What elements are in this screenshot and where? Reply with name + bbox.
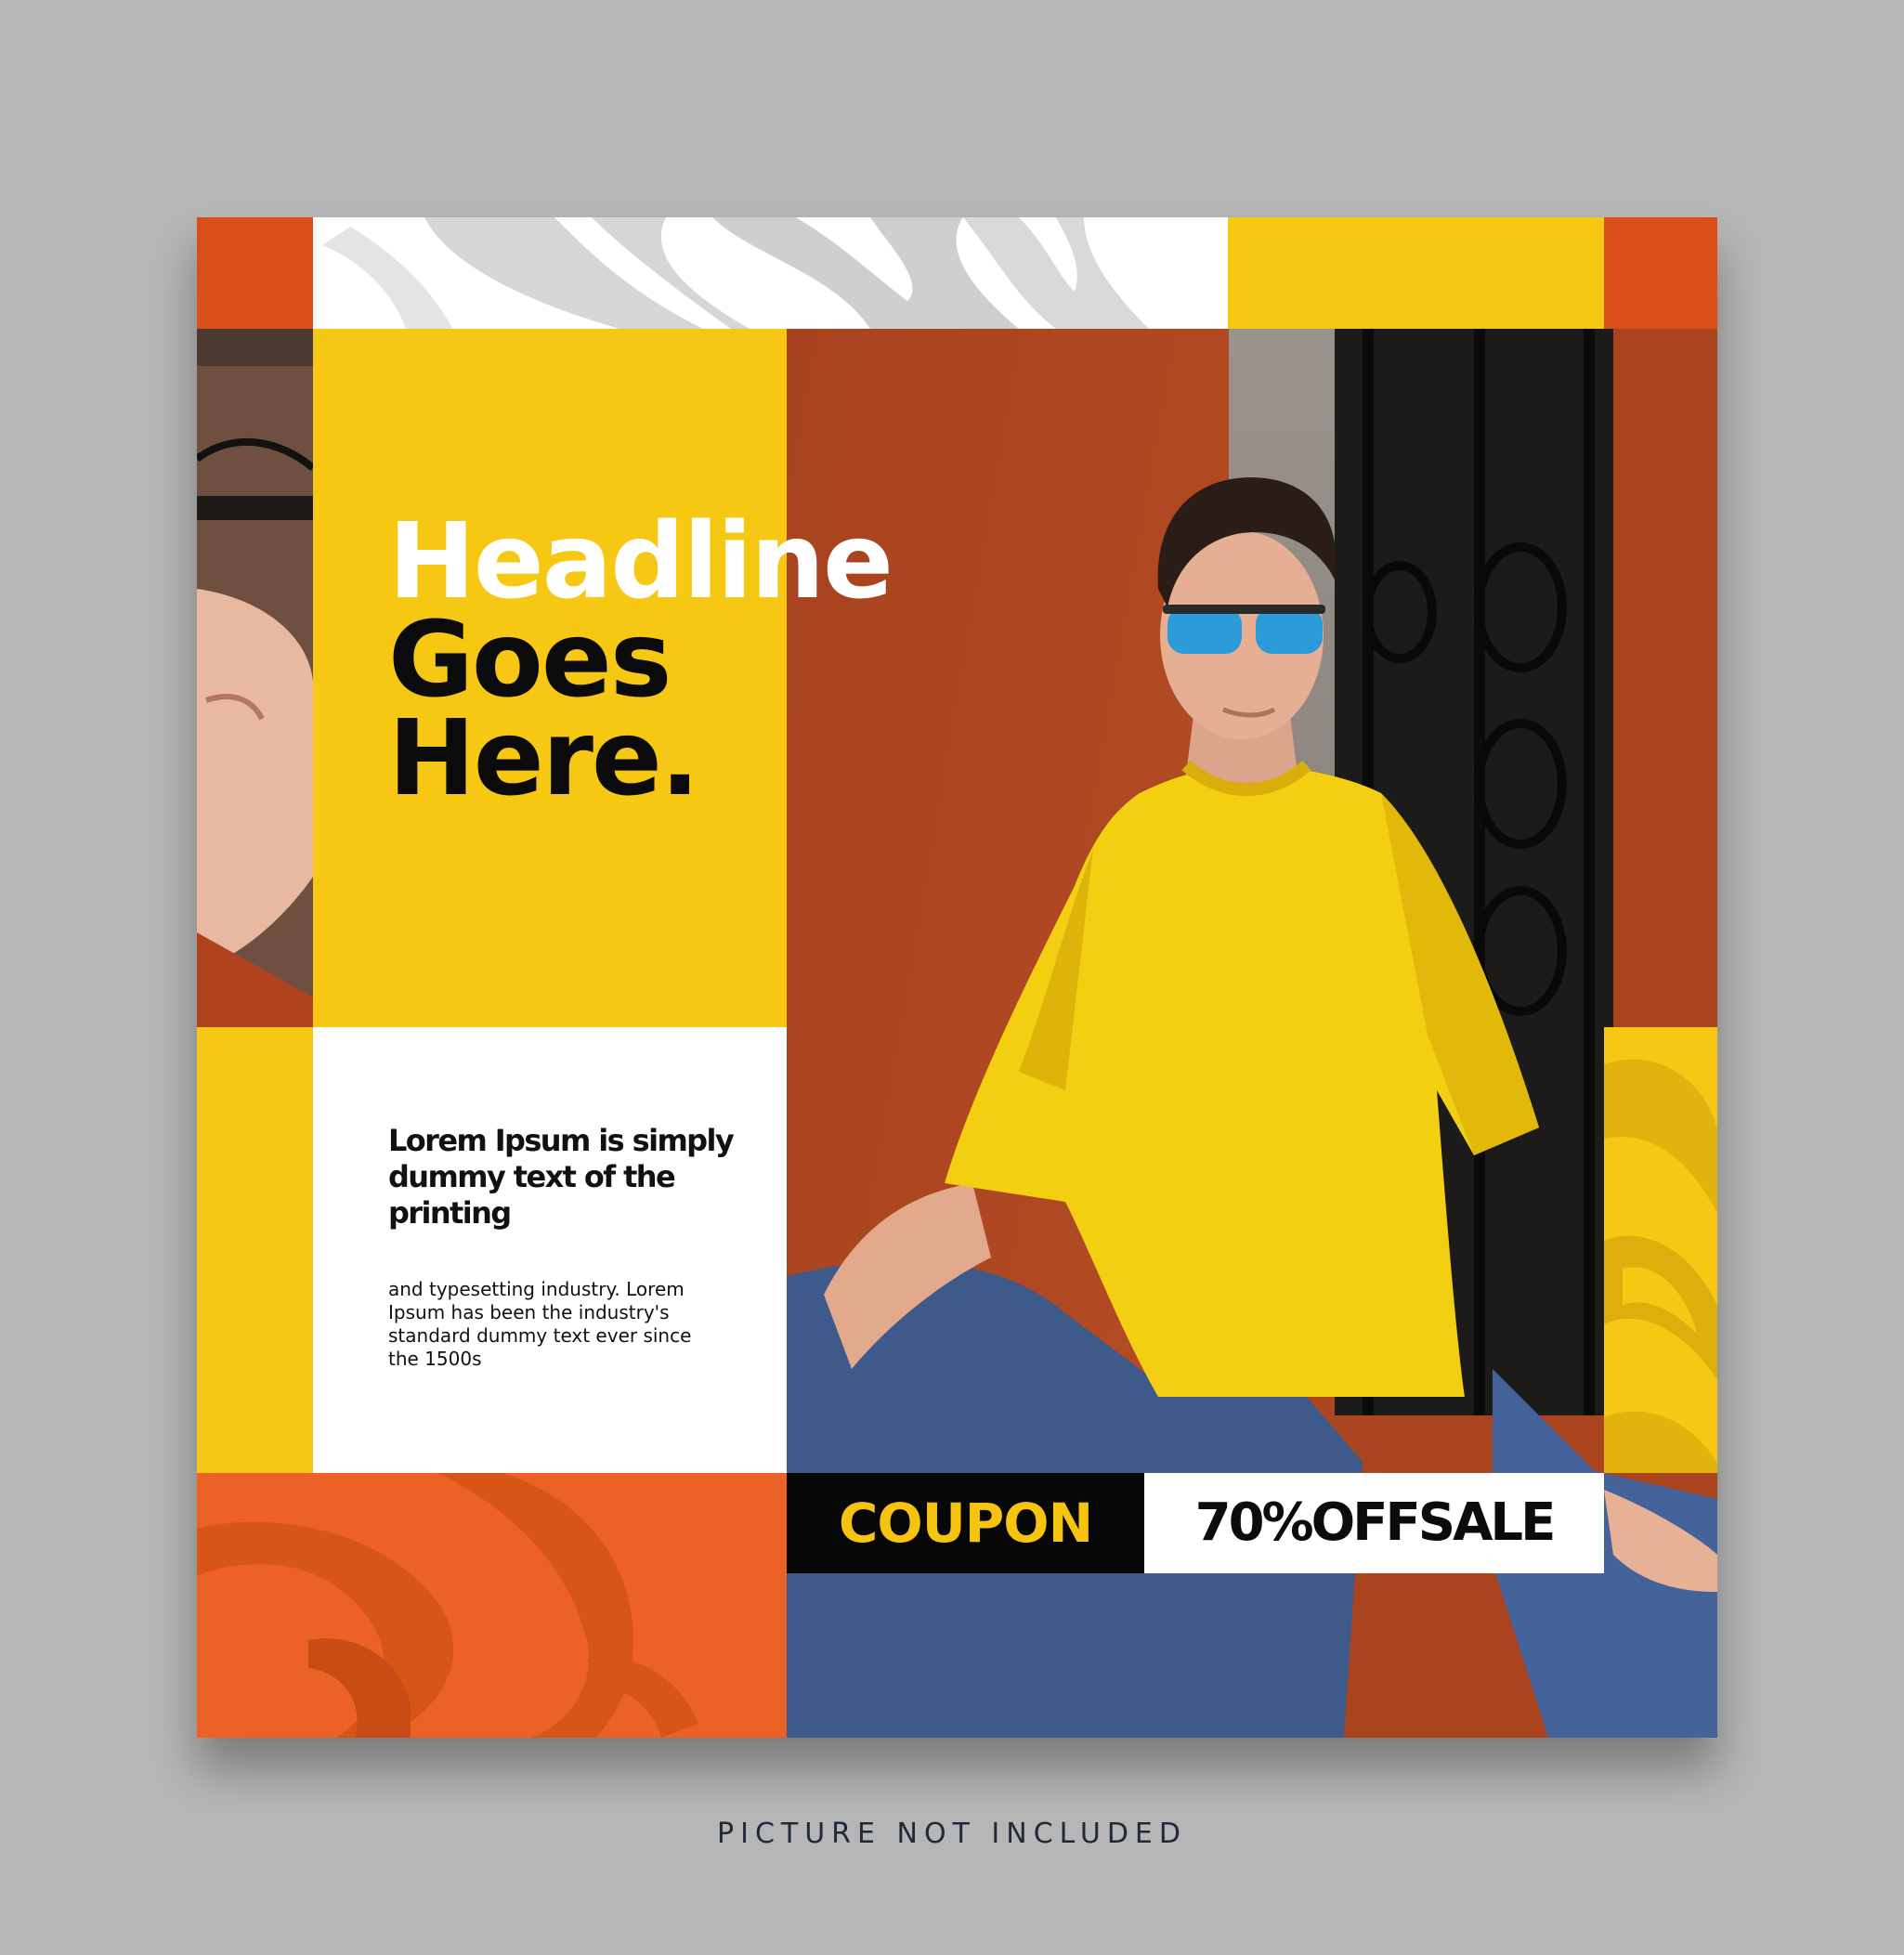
headline-line-3: Here. <box>388 698 699 819</box>
marble-strip-top <box>313 217 1228 329</box>
headline-line-2: Goes <box>388 600 672 721</box>
orange-block-top-left <box>197 217 313 329</box>
body-text: and typesetting industry. Lorem Ipsum ha… <box>388 1278 692 1370</box>
marble-pattern-orange <box>197 1473 698 1738</box>
white-text-block <box>313 1027 787 1473</box>
coupon-label: COUPON <box>787 1473 1144 1573</box>
yellow-block-left-lower <box>197 1027 313 1473</box>
caption-picture-not-included: PICTURE NOT INCLUDED <box>717 1818 1187 1850</box>
coupon-offer: 70%OFFSALE <box>1144 1473 1604 1573</box>
headline: Headline Goes Here. <box>388 502 893 819</box>
intro-text: Lorem Ipsum is simply dummy text of the … <box>388 1123 735 1231</box>
promo-post: Headline Goes Here. Lorem Ipsum is simpl… <box>197 217 1717 1738</box>
marble-pattern-yellow <box>1604 1059 1717 1473</box>
side-photo-strip <box>197 329 313 1027</box>
orange-marble-block-bottom <box>197 1473 787 1738</box>
yellow-marble-block-right <box>1604 1027 1717 1473</box>
side-photo-face <box>197 329 313 1027</box>
headline-line-1: Headline <box>388 502 893 622</box>
yellow-block-top-right <box>1228 217 1604 329</box>
marble-pattern-gray <box>322 217 1149 329</box>
